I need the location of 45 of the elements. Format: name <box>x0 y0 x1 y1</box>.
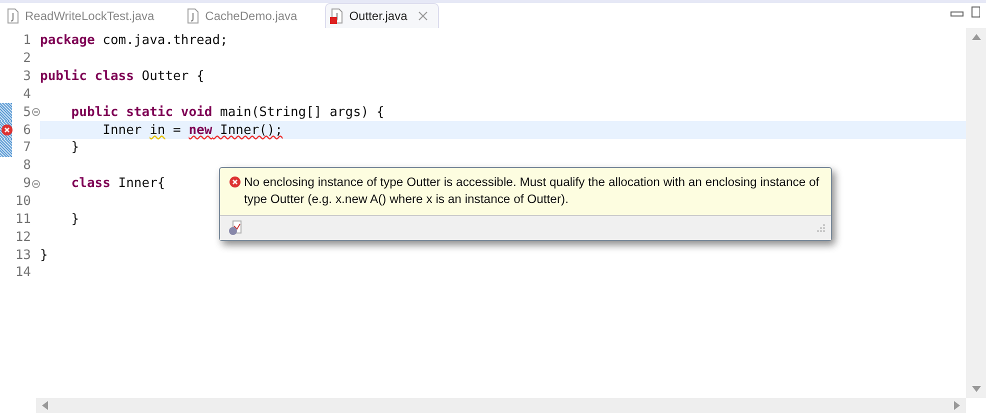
line-number: 1 <box>22 33 31 48</box>
java-file-icon <box>186 8 200 24</box>
minimize-icon[interactable] <box>950 10 964 18</box>
configure-icon[interactable] <box>228 220 244 236</box>
error-icon <box>229 176 241 188</box>
code-line: package com.java.thread; <box>40 33 228 48</box>
line-number: 13 <box>14 248 31 263</box>
line-number: 14 <box>14 265 31 280</box>
collapse-icon[interactable] <box>32 108 40 116</box>
editor-tab[interactable]: CacheDemo.java <box>182 4 308 28</box>
line-number: 6 <box>22 122 31 138</box>
line-number: 5 <box>22 104 31 120</box>
line-number: 4 <box>22 86 31 102</box>
editor-tab[interactable]: ReadWriteLockTest.java <box>2 4 164 28</box>
code-line: } <box>70 140 80 156</box>
range-marker <box>0 103 12 122</box>
code-line: class Inner{ <box>70 176 166 192</box>
code-line: public class Outter { <box>40 69 204 84</box>
scroll-down-icon[interactable] <box>972 386 980 392</box>
code-line: public static void main(String[] args) { <box>70 104 384 120</box>
resize-grip-icon[interactable] <box>817 224 825 232</box>
line-number: 12 <box>14 230 31 245</box>
collapse-icon[interactable] <box>32 180 40 188</box>
scroll-up-icon[interactable] <box>972 34 980 40</box>
line-number: 10 <box>14 194 31 210</box>
close-icon[interactable] <box>418 11 428 21</box>
line-number: 9 <box>22 176 31 192</box>
range-marker <box>0 139 12 157</box>
line-number: 7 <box>22 140 31 156</box>
java-file-icon <box>6 8 20 24</box>
maximize-icon[interactable] <box>970 6 980 18</box>
scroll-right-icon[interactable] <box>954 401 960 410</box>
scroll-left-icon[interactable] <box>42 401 48 410</box>
error-message: No enclosing instance of type Outter is accessible. Must qualify the allocation with an enclosing instance of type Outter (e.g. x.new A() where x is an instance of Outter). <box>244 174 820 208</box>
java-file-icon <box>330 8 344 24</box>
horizontal-scrollbar[interactable] <box>36 398 966 413</box>
editor-tab[interactable]: Outter.java <box>325 3 440 28</box>
code-line: } <box>70 212 80 227</box>
line-number: 2 <box>22 51 31 66</box>
line-number: 11 <box>14 212 31 227</box>
code-line: } <box>40 248 48 263</box>
line-number: 3 <box>22 69 31 84</box>
code-line: Inner in = new Inner(); <box>102 122 283 138</box>
line-number: 8 <box>22 158 31 174</box>
vertical-scrollbar[interactable] <box>966 28 986 398</box>
